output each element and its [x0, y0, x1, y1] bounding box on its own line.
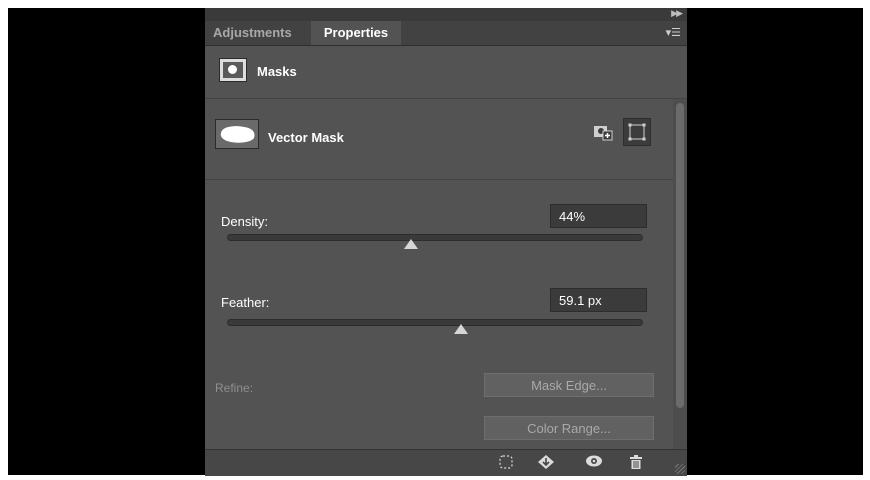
vector-mask-row: Vector Mask — [205, 99, 673, 180]
select-pixel-mask-button[interactable] — [589, 118, 617, 146]
panel-menu-icon[interactable]: ▾☰ — [666, 26, 681, 39]
panel-tab-bar: Adjustments Properties ▾☰ — [205, 21, 687, 46]
tab-adjustments[interactable]: Adjustments — [213, 21, 292, 45]
trash-icon[interactable] — [625, 454, 647, 472]
vector-mask-label: Vector Mask — [268, 130, 344, 145]
load-selection-icon[interactable] — [495, 454, 517, 472]
eye-icon[interactable] — [583, 454, 605, 472]
feather-field[interactable]: 59.1 px — [550, 288, 647, 312]
masks-title: Masks — [257, 64, 297, 79]
properties-panel: ▶▶ Adjustments Properties ▾☰ Masks Vecto… — [205, 8, 687, 476]
mask-edge-button[interactable]: Mask Edge... — [484, 373, 654, 397]
tab-properties[interactable]: Properties — [311, 21, 401, 45]
scrollbar-thumb[interactable] — [676, 103, 684, 408]
panel-bottom-bar — [205, 449, 687, 476]
masks-header: Masks — [205, 46, 687, 99]
panel-top-strip: ▶▶ — [205, 8, 687, 21]
feather-label: Feather: — [221, 295, 270, 310]
density-label: Density: — [221, 214, 268, 229]
feather-slider-handle[interactable] — [453, 324, 468, 334]
apply-mask-icon[interactable] — [535, 454, 557, 472]
density-slider-handle[interactable] — [404, 239, 419, 249]
refine-label: Refine: — [215, 381, 254, 395]
vector-mask-thumbnail[interactable] — [215, 119, 259, 149]
color-range-button[interactable]: Color Range... — [484, 416, 654, 440]
feather-slider[interactable] — [227, 319, 643, 334]
mask-icon — [219, 58, 247, 82]
panel-scrollbar[interactable] — [673, 99, 687, 454]
resize-grip[interactable] — [675, 464, 685, 474]
vector-mask-shape-icon[interactable] — [623, 118, 651, 146]
density-field[interactable]: 44% — [550, 204, 647, 228]
double-chevron-right-icon[interactable]: ▶▶ — [671, 8, 683, 19]
density-slider[interactable] — [227, 234, 643, 249]
